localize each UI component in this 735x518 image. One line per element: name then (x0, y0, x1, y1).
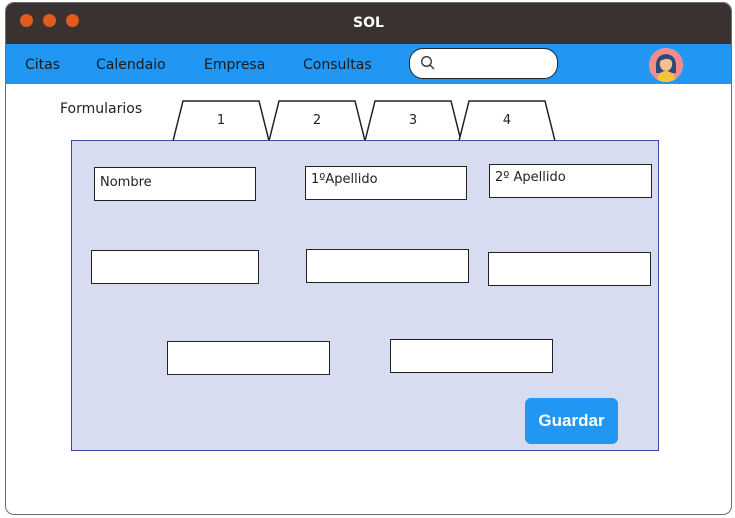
nav-item-empresa[interactable]: Empresa (204, 57, 265, 73)
tab-1[interactable]: 1 (172, 100, 270, 142)
nombre-field[interactable]: Nombre (94, 167, 256, 201)
tab-3[interactable]: 3 (364, 100, 462, 142)
input-field[interactable] (91, 250, 259, 284)
tab-2[interactable]: 2 (268, 100, 366, 142)
tab-label: 2 (312, 113, 322, 128)
section-label: Formularios (60, 101, 143, 117)
nav-item-citas[interactable]: Citas (25, 57, 60, 73)
tab-label: 1 (216, 113, 226, 128)
avatar[interactable] (649, 48, 683, 82)
input-field[interactable] (306, 249, 469, 283)
app-window: SOL Citas Calendaio Empresa Consultas Fo… (5, 2, 732, 515)
input-field[interactable] (390, 339, 553, 373)
user-avatar-icon (649, 48, 683, 82)
input-field[interactable] (167, 341, 330, 375)
nav-bar: Citas Calendaio Empresa Consultas (6, 44, 731, 84)
nav-item-consultas[interactable]: Consultas (303, 57, 372, 73)
nav-item-calendaio[interactable]: Calendaio (96, 57, 166, 73)
guardar-button[interactable]: Guardar (525, 398, 618, 444)
segundo-apellido-field[interactable]: 2º Apellido (489, 164, 652, 198)
input-field[interactable] (488, 252, 651, 286)
title-bar: SOL (6, 3, 731, 44)
tab-label: 3 (408, 113, 418, 128)
tab-label: 4 (502, 113, 512, 128)
search-icon (421, 56, 435, 70)
search-input[interactable] (409, 48, 558, 79)
primer-apellido-field[interactable]: 1ºApellido (305, 166, 467, 200)
tab-4[interactable]: 4 (458, 100, 556, 142)
window-title: SOL (353, 15, 384, 31)
